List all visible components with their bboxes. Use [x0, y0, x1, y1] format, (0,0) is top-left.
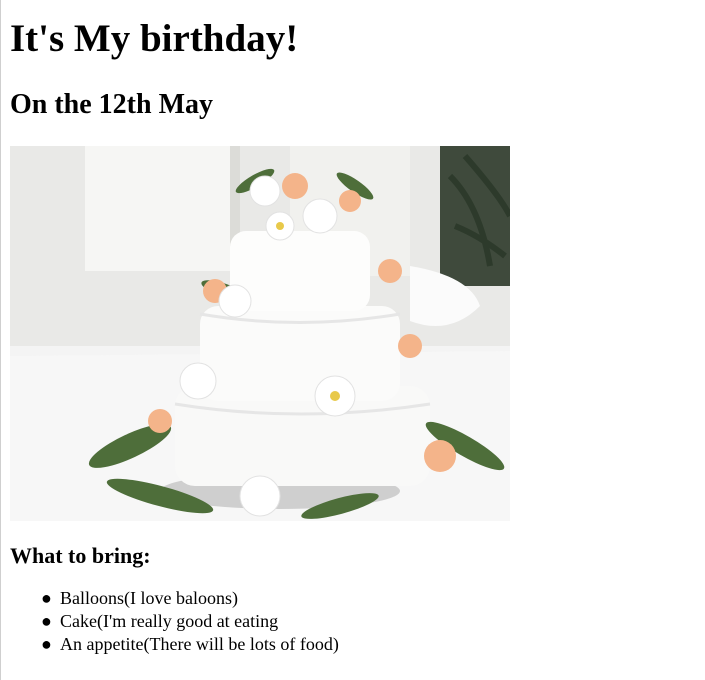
list-item-text: An appetite(There will be lots of food)	[60, 634, 339, 654]
date-heading: On the 12th May	[10, 89, 213, 120]
list-item: ● Cake(I'm really good at eating	[41, 610, 700, 633]
bullet-icon: ●	[41, 588, 52, 608]
page-title: It's My birthday!	[10, 17, 299, 60]
bullet-icon: ●	[41, 611, 52, 631]
bring-heading: What to bring:	[10, 543, 151, 568]
cake-photo	[10, 146, 510, 521]
list-item: ● An appetite(There will be lots of food)	[41, 633, 700, 656]
bullet-icon: ●	[41, 634, 52, 654]
list-item-text: Cake(I'm really good at eating	[60, 611, 279, 631]
window-edge	[0, 0, 1, 680]
list-item-text: Balloons(I love baloons)	[60, 588, 238, 608]
bring-list: ● Balloons(I love baloons) ● Cake(I'm real…	[10, 587, 700, 656]
list-item: ● Balloons(I love baloons)	[41, 587, 700, 610]
page-content: It's My birthday! On the 12th May What t…	[10, 0, 700, 656]
